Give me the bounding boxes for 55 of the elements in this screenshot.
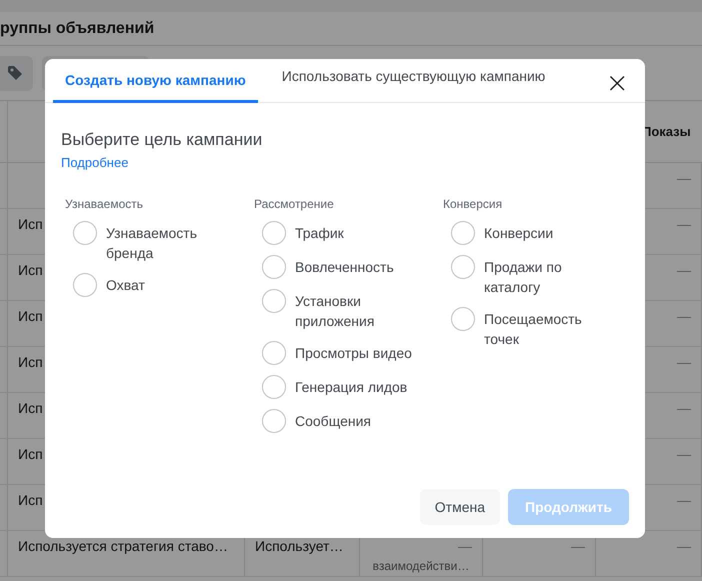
radio-button[interactable]	[262, 341, 286, 365]
table-cell-text: Исп	[18, 215, 43, 234]
table-cell-text: —	[677, 307, 691, 326]
table-cell-text: Исп	[18, 353, 43, 372]
table-cell-text: —	[571, 537, 585, 556]
cell-note: взаимодействи…	[372, 558, 470, 575]
radio-button[interactable]	[451, 221, 475, 245]
table-cell-text: Исп	[18, 491, 43, 510]
radio-option[interactable]: Посещаемость точек	[451, 307, 632, 349]
table-cell-text: —	[677, 399, 691, 418]
table-cell-text: Исп	[18, 261, 43, 280]
radio-option[interactable]: Вовлеченность	[262, 255, 443, 279]
radio-button[interactable]	[451, 307, 475, 331]
table-cell-text: —	[677, 215, 691, 234]
table-cell-text: —	[458, 537, 472, 556]
radio-option[interactable]: Охват	[73, 273, 254, 297]
radio-option[interactable]: Сообщения	[262, 409, 443, 433]
close-button[interactable]: ×	[606, 69, 629, 97]
radio-button[interactable]	[262, 289, 286, 313]
table-cell-text: —	[677, 353, 691, 372]
table-cell-text: Исп	[18, 399, 43, 418]
radio-button[interactable]	[73, 221, 97, 245]
group-heading: Узнаваемость	[65, 196, 144, 213]
radio-button[interactable]	[262, 409, 286, 433]
cancel-button[interactable]: Отмена	[420, 489, 500, 525]
radio-option[interactable]: Трафик	[262, 221, 443, 245]
radio-option[interactable]: Конверсии	[451, 221, 632, 245]
learn-more-link[interactable]: Подробнее	[61, 155, 128, 170]
radio-button[interactable]	[451, 255, 475, 279]
table-cell-text: Исп	[18, 445, 43, 464]
table-cell-text: —	[677, 261, 691, 280]
table-cell-text: —	[677, 537, 691, 556]
radio-option[interactable]: Узнаваемость бренда	[73, 221, 254, 263]
radio-button[interactable]	[262, 375, 286, 399]
dialog-heading: Выберите цель кампании	[61, 129, 264, 151]
radio-option[interactable]: Установки приложения	[262, 289, 443, 331]
tag-icon	[6, 65, 22, 81]
table-cell-text: —	[677, 445, 691, 464]
table-cell-text: Используется стратегия ставо…	[18, 537, 228, 556]
page-title: руппы объявлений	[0, 18, 154, 38]
radio-button[interactable]	[262, 255, 286, 279]
radio-option[interactable]: Продажи по каталогу	[451, 255, 632, 297]
tab[interactable]: Создать новую кампанию	[53, 59, 258, 103]
radio-button[interactable]	[262, 221, 286, 245]
radio-button[interactable]	[73, 273, 97, 297]
tag-button[interactable]	[0, 56, 33, 90]
radio-option[interactable]: Просмотры видео	[262, 341, 443, 365]
group-heading: Рассмотрение	[254, 196, 335, 213]
table-cell-text: —	[677, 491, 691, 510]
radio-option[interactable]: Генерация лидов	[262, 375, 443, 399]
table-cell-text: Исп	[18, 307, 43, 326]
table-cell-text: —	[677, 169, 691, 188]
table-cell-text: Использует…	[255, 537, 344, 556]
group-heading: Конверсия	[443, 196, 504, 213]
tab[interactable]: Использовать существующую кампанию	[270, 59, 558, 103]
